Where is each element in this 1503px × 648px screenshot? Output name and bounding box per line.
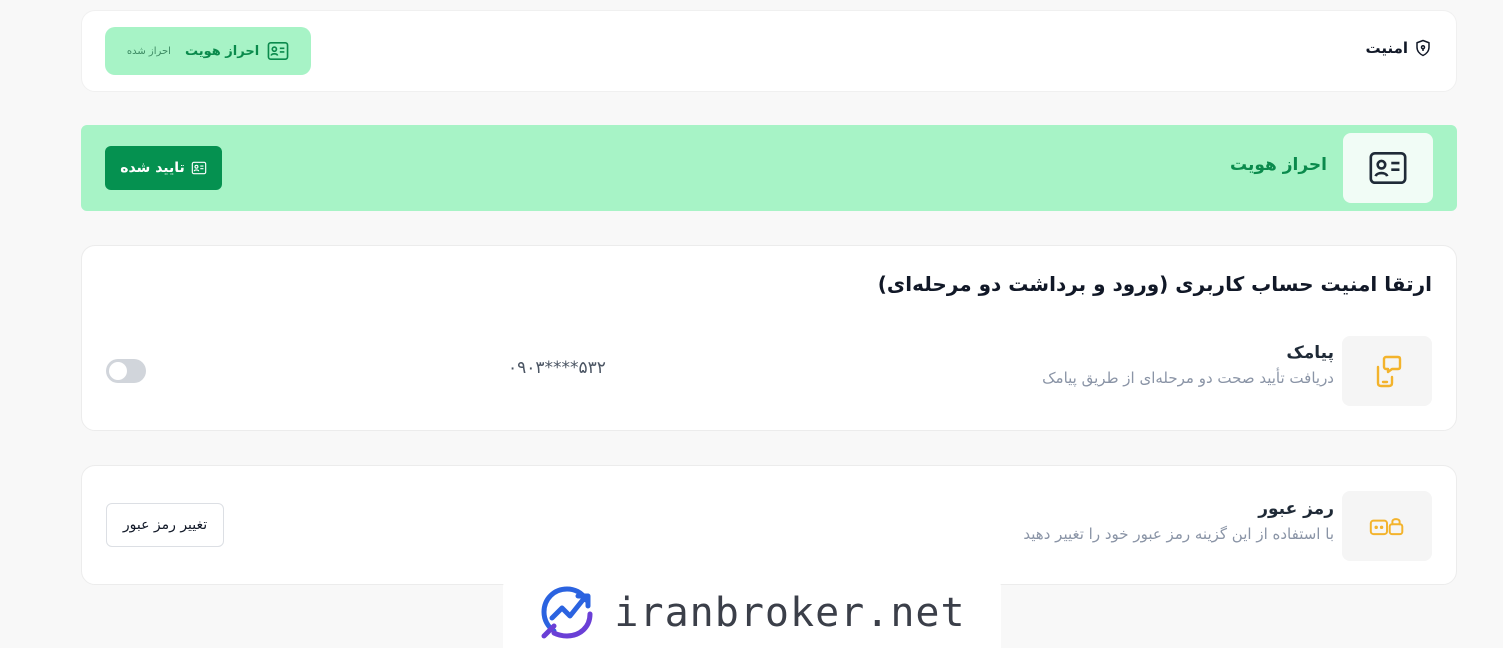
iranbroker-logo-icon [541, 586, 593, 638]
kyc-label: احراز هویت [184, 43, 260, 59]
verified-button[interactable]: تایید شده [105, 146, 222, 190]
id-card-icon [191, 161, 207, 175]
two-factor-title: ارتقا امنیت حساب کاربری (ورود و برداشت د… [877, 272, 1432, 296]
two-factor-card: ارتقا امنیت حساب کاربری (ورود و برداشت د… [81, 245, 1457, 431]
security-card: امنیت احراز شده احراز هویت [81, 10, 1457, 92]
kyc-status-pill[interactable]: احراز شده احراز هویت [105, 27, 311, 75]
sms-option-text: پیامک دریافت تأیید صحت دو مرحله‌ای از طر… [1042, 343, 1334, 387]
masked-phone-number: ۰۹۰۳****۵۳۲ [508, 358, 606, 378]
password-card: رمز عبور با استفاده از این گزینه رمز عبو… [81, 465, 1457, 585]
shield-icon [1416, 39, 1430, 57]
password-icon-box [1342, 491, 1432, 561]
toggle-knob [109, 362, 127, 380]
kyc-status-text: احراز شده [126, 45, 171, 57]
security-title-text: امنیت [1365, 39, 1408, 57]
sms-2fa-toggle[interactable] [106, 359, 146, 383]
kyc-banner-icon-box [1343, 133, 1433, 203]
password-option-description: با استفاده از این گزینه رمز عبور خود را … [1023, 525, 1334, 543]
security-title: امنیت [1365, 39, 1432, 57]
phone-message-icon [1376, 355, 1402, 388]
password-option-name: رمز عبور [1258, 499, 1334, 519]
sms-option-description: دریافت تأیید صحت دو مرحله‌ای از طریق پیا… [1042, 369, 1334, 387]
watermark-text: iranbroker.net [614, 589, 966, 636]
verified-label: تایید شده [120, 160, 185, 176]
id-card-icon [267, 42, 289, 60]
sms-icon-box [1342, 336, 1432, 406]
change-password-button[interactable]: تغییر رمز عبور [106, 503, 224, 547]
password-lock-icon [1369, 518, 1404, 536]
id-card-icon [1369, 151, 1407, 185]
watermark: iranbroker.net [503, 577, 1001, 648]
password-option-text: رمز عبور با استفاده از این گزینه رمز عبو… [1023, 499, 1334, 543]
kyc-banner-title: احراز هویت [1229, 155, 1327, 175]
sms-option-name: پیامک [1286, 343, 1334, 363]
kyc-banner: احراز هویت تایید شده [81, 125, 1457, 211]
